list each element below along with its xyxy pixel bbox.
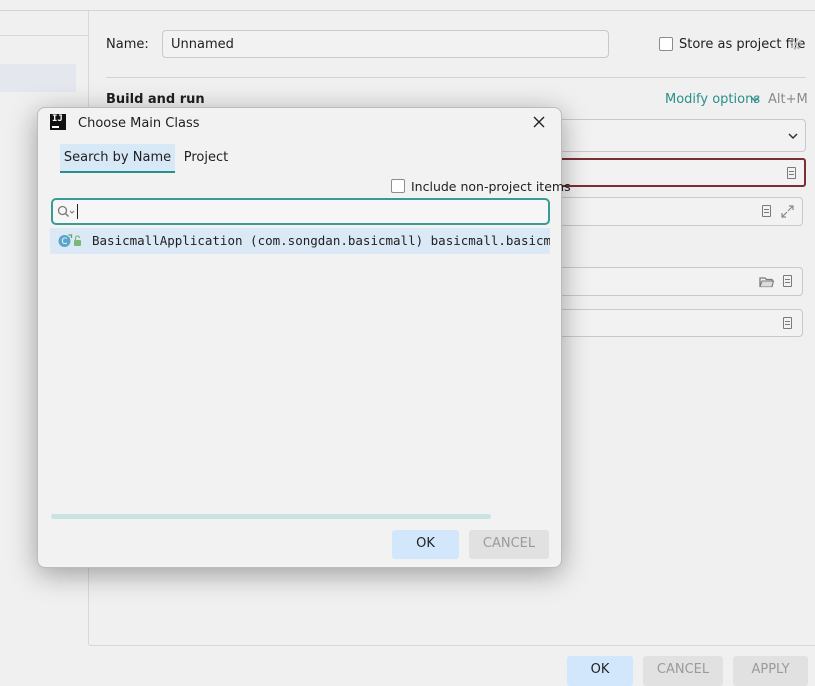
expand-icon[interactable] (781, 205, 794, 218)
main-class-field[interactable] (540, 158, 806, 187)
document-icon[interactable] (783, 275, 792, 287)
search-icon[interactable] (57, 205, 75, 218)
svg-text:C: C (62, 237, 68, 247)
window-top-strip (0, 0, 815, 11)
tab-project[interactable]: Project (178, 144, 234, 173)
program-arguments-field[interactable] (540, 197, 803, 226)
name-label: Name: (106, 37, 149, 52)
tree-selected-item[interactable] (0, 64, 76, 92)
close-icon[interactable] (532, 115, 546, 129)
document-icon[interactable] (787, 167, 796, 179)
chevron-down-icon[interactable] (750, 95, 760, 103)
text-caret (77, 204, 78, 219)
jdk-select[interactable] (540, 119, 806, 152)
dialog-cancel-button[interactable]: CANCEL (469, 530, 549, 559)
folder-icon[interactable] (759, 275, 774, 288)
tree-divider (0, 35, 89, 36)
horizontal-scrollbar[interactable] (51, 514, 491, 519)
store-as-project-label: Store as project file (679, 37, 806, 52)
environment-variables-field[interactable] (540, 309, 803, 337)
intellij-logo: IJ (50, 114, 66, 130)
store-as-project-checkbox[interactable] (659, 37, 673, 51)
modify-options-shortcut: Alt+M (768, 92, 808, 107)
tab-search-by-name[interactable]: Search by Name (60, 144, 175, 173)
document-icon[interactable] (783, 317, 792, 329)
cancel-button[interactable]: CANCEL (643, 656, 723, 686)
intellij-logo-bar (52, 126, 59, 128)
list-item[interactable]: C BasicmallApplication (com.songdan.basi… (50, 228, 550, 254)
name-field[interactable]: Unnamed (162, 30, 609, 58)
ok-button[interactable]: OK (567, 656, 633, 686)
include-non-project-checkbox[interactable] (391, 179, 405, 193)
modify-options-link[interactable]: Modify options (665, 92, 760, 107)
gear-icon[interactable] (789, 37, 803, 51)
dialog-title: Choose Main Class (78, 116, 200, 131)
section-divider (106, 77, 806, 78)
result-text: BasicmallApplication (com.songdan.basicm… (92, 233, 550, 248)
choose-main-class-dialog: IJ Choose Main Class Search by Name Proj… (37, 107, 571, 568)
include-non-project-label: Include non-project items (411, 179, 571, 194)
name-field-value: Unnamed (171, 37, 234, 52)
dialog-ok-button[interactable]: OK (392, 530, 459, 559)
build-and-run-title: Build and run (106, 92, 205, 107)
apply-button[interactable]: APPLY (733, 656, 808, 686)
working-directory-field[interactable] (540, 267, 803, 296)
chevron-down-icon (788, 133, 798, 140)
class-search-input[interactable] (51, 198, 550, 225)
class-icon: C (58, 234, 81, 247)
document-icon[interactable] (762, 205, 771, 217)
intellij-logo-text: IJ (52, 114, 63, 124)
